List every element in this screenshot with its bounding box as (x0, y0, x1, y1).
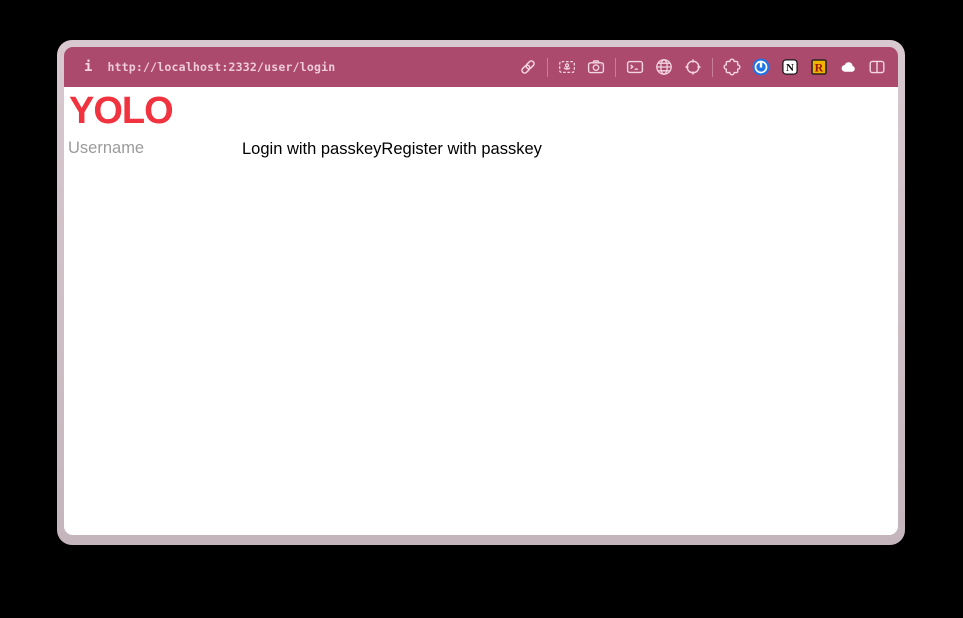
browser-window: i http://localhost:2332/user/login N R Y… (57, 40, 905, 545)
login-passkey-button[interactable]: Login with passkey (242, 138, 381, 160)
page-content: YOLO Login with passkey Register with pa… (64, 87, 898, 535)
notion-icon[interactable]: N (780, 57, 800, 77)
toolbar-icon-strip: N R (509, 57, 887, 77)
r-extension-icon[interactable]: R (809, 57, 829, 77)
cloud-icon[interactable] (838, 57, 858, 77)
url-bar[interactable]: http://localhost:2332/user/login (107, 60, 509, 74)
yolo-logo: YOLO (69, 90, 174, 132)
onepassword-icon[interactable] (751, 57, 771, 77)
browser-toolbar: i http://localhost:2332/user/login N R (64, 47, 898, 87)
username-input[interactable] (68, 137, 242, 160)
link-icon[interactable] (518, 57, 538, 77)
split-view-icon[interactable] (867, 57, 887, 77)
toolbar-separator (712, 57, 713, 77)
globe-icon[interactable] (654, 57, 674, 77)
camera-icon[interactable] (586, 57, 606, 77)
register-passkey-button[interactable]: Register with passkey (381, 138, 541, 160)
snapshot-icon[interactable] (557, 57, 577, 77)
toolbar-separator (615, 57, 616, 77)
terminal-icon[interactable] (625, 57, 645, 77)
svg-text:R: R (815, 60, 824, 74)
extensions-puzzle-icon[interactable] (722, 57, 742, 77)
svg-text:N: N (786, 62, 794, 74)
info-icon[interactable]: i (84, 59, 92, 75)
crosshair-icon[interactable] (683, 57, 703, 77)
toolbar-separator (547, 57, 548, 77)
login-form-row: Login with passkey Register with passkey (68, 137, 894, 160)
